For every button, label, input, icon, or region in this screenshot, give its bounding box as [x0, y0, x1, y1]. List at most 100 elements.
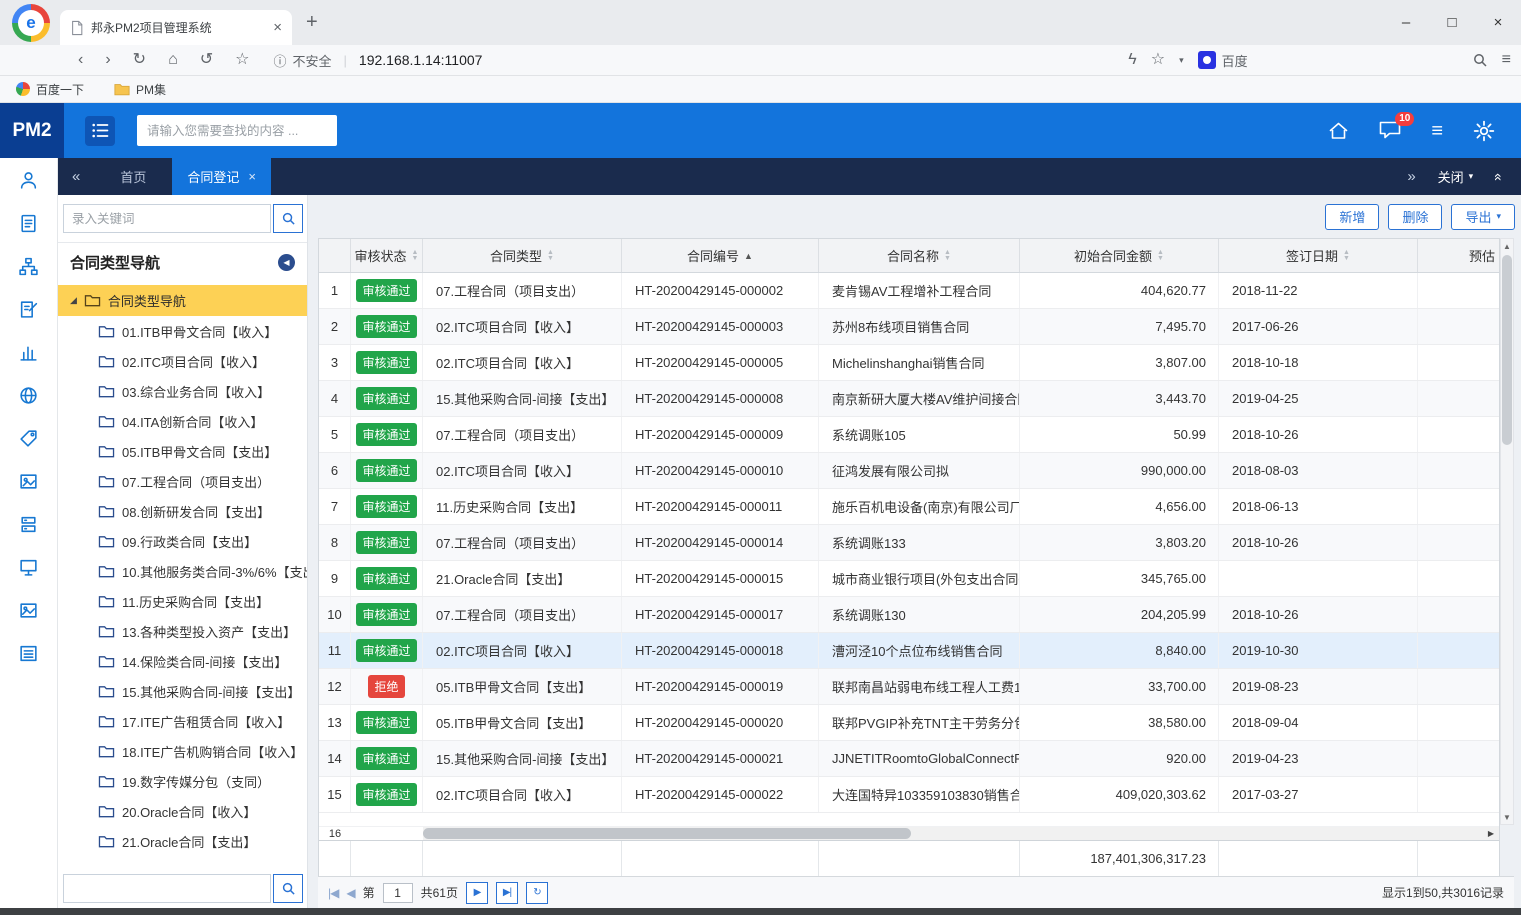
reload-icon[interactable]: ↻	[133, 52, 146, 68]
table-row[interactable]: 13 审核通过 05.ITB甲骨文合同【支出】 HT-20200429145-0…	[319, 705, 1499, 741]
header-contract-type[interactable]: 合同类型	[423, 239, 622, 272]
messages-icon[interactable]: 10	[1379, 121, 1401, 140]
new-tab-button[interactable]: +	[306, 11, 318, 34]
tree-filter-search-button[interactable]	[273, 874, 303, 903]
collapse-header-icon[interactable]: «	[1491, 173, 1507, 181]
header-status[interactable]: 审核状态	[351, 239, 423, 272]
bookmark-baidu[interactable]: 百度一下	[16, 81, 84, 98]
table-row[interactable]: 2 审核通过 02.ITC项目合同【收入】 HT-20200429145-000…	[319, 309, 1499, 345]
table-row[interactable]: 10 审核通过 07.工程合同（项目支出） HT-20200429145-000…	[319, 597, 1499, 633]
tree-item[interactable]: 02.ITC项目合同【收入】	[58, 346, 307, 376]
chart-icon[interactable]	[18, 342, 39, 363]
settings-gear-icon[interactable]	[1473, 120, 1495, 142]
browser-menu-icon[interactable]: ≡	[1502, 52, 1511, 68]
keyword-search-button[interactable]	[273, 204, 303, 233]
table-row[interactable]: 14 审核通过 15.其他采购合同-间接【支出】 HT-20200429145-…	[319, 741, 1499, 777]
browser-tab[interactable]: 邦永PM2项目管理系统 ×	[60, 10, 292, 45]
monitor-icon[interactable]	[18, 557, 39, 578]
table-row[interactable]: 9 审核通过 21.Oracle合同【支出】 HT-20200429145-00…	[319, 561, 1499, 597]
tree-item[interactable]: 09.行政类合同【支出】	[58, 526, 307, 556]
edit-doc-icon[interactable]	[18, 299, 39, 320]
undo-icon[interactable]: ↺	[200, 52, 213, 68]
tree-item[interactable]: 07.工程合同（项目支出）	[58, 466, 307, 496]
tree-filter-input[interactable]	[63, 874, 271, 903]
table-row[interactable]: 15 审核通过 02.ITC项目合同【收入】 HT-20200429145-00…	[319, 777, 1499, 813]
keyword-search-input[interactable]	[63, 204, 271, 233]
tab-home[interactable]: 首页	[94, 167, 172, 186]
tab-close-icon[interactable]: ×	[248, 169, 256, 184]
minimize-icon[interactable]: –	[1383, 0, 1429, 45]
contacts-icon[interactable]	[18, 170, 39, 191]
table-row[interactable]: 6 审核通过 02.ITC项目合同【收入】 HT-20200429145-000…	[319, 453, 1499, 489]
next-page-button[interactable]: ▶	[466, 882, 488, 904]
scroll-up-icon[interactable]: ▲	[1503, 239, 1511, 253]
app-menu-icon[interactable]: ≡	[1431, 121, 1443, 141]
frame-icon[interactable]	[18, 471, 39, 492]
list-icon[interactable]	[18, 643, 39, 664]
form-icon[interactable]	[18, 213, 39, 234]
bookmark-pm-folder[interactable]: PM集	[114, 81, 166, 98]
tree-item[interactable]: 03.综合业务合同【收入】	[58, 376, 307, 406]
table-row[interactable]: 1 审核通过 07.工程合同（项目支出） HT-20200429145-0000…	[319, 273, 1499, 309]
security-indicator[interactable]: ⓘ 不安全 | 192.168.1.14:11007	[273, 51, 482, 70]
tree-item[interactable]: 13.各种类型投入资产【支出】	[58, 616, 307, 646]
tree-item[interactable]: 18.ITE广告机购销合同【收入】	[58, 736, 307, 766]
page-number-input[interactable]	[383, 883, 413, 903]
forward-icon[interactable]: ›	[105, 52, 110, 68]
tree-item[interactable]: 11.历史采购合同【支出】	[58, 586, 307, 616]
tree-item[interactable]: 15.其他采购合同-间接【支出】	[58, 676, 307, 706]
tree-item[interactable]: 20.Oracle合同【收入】	[58, 796, 307, 826]
tab-close-icon[interactable]: ×	[273, 19, 282, 36]
horizontal-scrollbar-thumb[interactable]	[423, 828, 911, 839]
vertical-scrollbar-thumb[interactable]	[1502, 255, 1512, 445]
tree-item[interactable]: 17.ITE广告租赁合同【收入】	[58, 706, 307, 736]
bookmark-star-icon[interactable]: ☆	[1151, 52, 1165, 68]
home-icon[interactable]: ⌂	[168, 52, 178, 68]
header-initial-amount[interactable]: 初始合同金额	[1020, 239, 1219, 272]
add-button[interactable]: 新增	[1325, 204, 1379, 230]
tree-item[interactable]: 05.ITB甲骨文合同【支出】	[58, 436, 307, 466]
panel-collapse-icon[interactable]: ◀	[278, 254, 295, 271]
export-button[interactable]: 导出▾	[1451, 204, 1515, 230]
global-search-input[interactable]	[137, 115, 337, 146]
image-icon[interactable]	[18, 600, 39, 621]
orgchart-icon[interactable]	[18, 256, 39, 277]
delete-button[interactable]: 删除	[1388, 204, 1442, 230]
last-page-button[interactable]: ▶|	[496, 882, 518, 904]
favorite-star-icon[interactable]: ☆	[235, 52, 249, 68]
address-url[interactable]: 192.168.1.14:11007	[359, 52, 483, 68]
tree-item[interactable]: 21.Oracle合同【支出】	[58, 826, 307, 856]
prev-page-icon[interactable]: ◀	[346, 886, 354, 900]
vertical-scrollbar[interactable]: ▲ ▼	[1500, 238, 1514, 825]
server-icon[interactable]	[18, 514, 39, 535]
tree-item[interactable]: 04.ITA创新合同【收入】	[58, 406, 307, 436]
tree-item[interactable]: 14.保险类合同-间接【支出】	[58, 646, 307, 676]
tree-item[interactable]: 19.数字传媒分包（支同）	[58, 766, 307, 796]
app-home-icon[interactable]	[1328, 121, 1349, 141]
table-row[interactable]: 8 审核通过 07.工程合同（项目支出） HT-20200429145-0000…	[319, 525, 1499, 561]
header-contract-code[interactable]: 合同编号▲	[622, 239, 819, 272]
flash-icon[interactable]: ϟ	[1128, 52, 1136, 68]
header-sign-date[interactable]: 签订日期	[1219, 239, 1418, 272]
scroll-right-icon[interactable]: ▶	[1483, 827, 1499, 840]
browser-logo-icon[interactable]: e	[12, 4, 50, 42]
tree-expand-icon[interactable]: ◢	[70, 295, 77, 306]
maximize-icon[interactable]: □	[1429, 0, 1475, 45]
header-estimate[interactable]: 预估	[1418, 239, 1499, 272]
horizontal-scrollbar[interactable]	[423, 827, 1483, 840]
sidebar-toggle-button[interactable]	[85, 116, 115, 146]
tree-item[interactable]: 08.创新研发合同【支出】	[58, 496, 307, 526]
table-row[interactable]: 3 审核通过 02.ITC项目合同【收入】 HT-20200429145-000…	[319, 345, 1499, 381]
refresh-button[interactable]: ↻	[526, 882, 548, 904]
bookmark-caret-icon[interactable]: ▾	[1179, 55, 1184, 66]
globe-icon[interactable]	[18, 385, 39, 406]
tab-contract-register[interactable]: 合同登记 ×	[172, 158, 271, 195]
first-page-icon[interactable]: |◀	[328, 886, 338, 900]
table-row[interactable]: 5 审核通过 07.工程合同（项目支出） HT-20200429145-0000…	[319, 417, 1499, 453]
table-row[interactable]: 4 审核通过 15.其他采购合同-间接【支出】 HT-20200429145-0…	[319, 381, 1499, 417]
tree-item[interactable]: 10.其他服务类合同-3%/6%【支出】	[58, 556, 307, 586]
table-row[interactable]: 11 审核通过 02.ITC项目合同【收入】 HT-20200429145-00…	[319, 633, 1499, 669]
tag-icon[interactable]	[18, 428, 39, 449]
baidu-icon[interactable]	[1198, 51, 1216, 69]
header-contract-name[interactable]: 合同名称	[819, 239, 1020, 272]
